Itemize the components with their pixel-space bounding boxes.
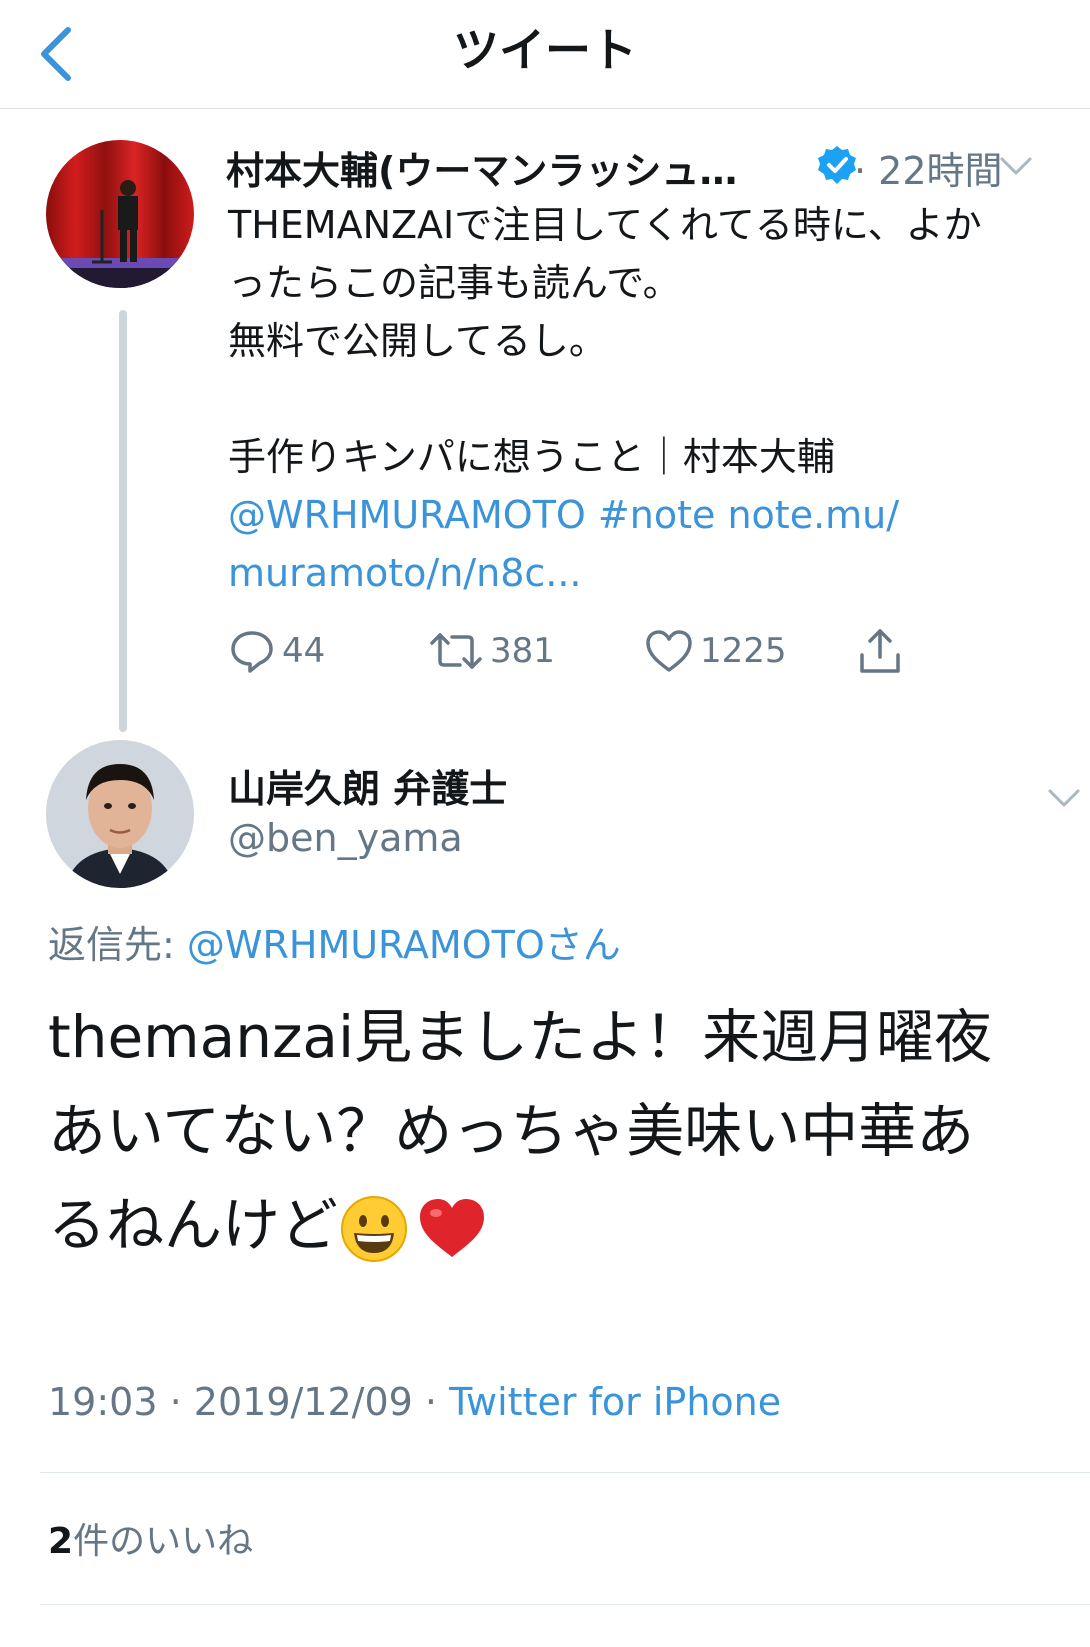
likes-count: 2 — [48, 1521, 74, 1562]
reply-text-line: themanzai見ましたよ！来週月曜夜 — [48, 1003, 993, 1071]
chevron-down-icon[interactable] — [996, 146, 1036, 186]
tweet-text-line: THEMANZAIで注目してくれてる時に、よか — [228, 203, 982, 247]
page-title: ツイート — [453, 23, 637, 77]
reply-text: themanzai見ましたよ！来週月曜夜 あいてない？めっちゃ美味い中華あ るね… — [48, 990, 1058, 1272]
retweet-button[interactable]: 381 — [428, 622, 555, 680]
author-name[interactable]: 村本大輔(ウーマンラッシュ… — [226, 140, 737, 195]
grinning-emoji-icon — [341, 1195, 408, 1262]
replying-to-link[interactable]: @WRHMURAMOTOさん — [187, 923, 621, 967]
tweet-text-line: 無料で公開してるし。 — [228, 319, 607, 363]
reply-menu-chevron[interactable] — [1044, 778, 1084, 818]
tweet-timestamp[interactable]: · 22時間 — [854, 140, 1003, 195]
verified-badge-icon — [816, 144, 858, 186]
tweet-actions: 44 381 1225 — [228, 622, 988, 680]
reply-author-handle[interactable]: @ben_yama — [228, 816, 463, 860]
share-icon — [860, 629, 900, 673]
avatar-yamagishi[interactable] — [46, 740, 194, 888]
url-link-continued[interactable]: muramoto/n/n8c... — [228, 544, 1078, 602]
thread-connector-line — [119, 310, 127, 732]
tweet-link-line: @WRHMURAMOTO #note note.mu/ — [228, 486, 1078, 544]
like-button[interactable]: 1225 — [644, 622, 787, 680]
reply-button[interactable]: 44 — [228, 622, 325, 680]
likes-label: 件のいいね — [73, 1521, 254, 1562]
share-button[interactable] — [856, 622, 904, 680]
reply-count: 44 — [282, 631, 326, 671]
reply-text-line: あいてない？めっちゃ美味い中華あ — [48, 1097, 975, 1165]
top-bar: ツイート — [0, 0, 1090, 109]
meta-separator: · — [424, 1380, 438, 1424]
heart-emoji-icon — [420, 1198, 485, 1257]
meta-separator: · — [169, 1380, 182, 1424]
reply-author-name[interactable]: 山岸久朗 弁護士 — [228, 758, 507, 813]
tweet-time: 19:03 — [48, 1380, 158, 1424]
tweet-text-line: 手作りキンパに想うこと｜村本大輔 — [228, 435, 835, 479]
like-icon — [646, 630, 692, 672]
replying-to-label: 返信先: — [48, 923, 175, 967]
url-link[interactable]: note.mu/ — [727, 493, 899, 537]
divider — [40, 1472, 1090, 1473]
tweet-text-line — [228, 370, 1078, 428]
avatar-muramoto[interactable] — [46, 140, 194, 288]
tweet-meta: 19:03 · 2019/12/09 · Twitter for iPhone — [48, 1380, 781, 1424]
tweet-text-line: ったらこの記事も読んで。 — [228, 261, 681, 305]
tweet-source-link[interactable]: Twitter for iPhone — [449, 1380, 781, 1424]
chevron-down-icon[interactable] — [1044, 778, 1084, 818]
tweet-date: 2019/12/09 — [193, 1380, 413, 1424]
reply-icon — [231, 631, 273, 673]
mention-link[interactable]: @WRHMURAMOTO — [228, 493, 586, 537]
retweet-count: 381 — [490, 631, 555, 671]
retweet-icon — [430, 633, 482, 669]
like-count: 1225 — [700, 631, 787, 671]
likes-summary[interactable]: 2件のいいね — [48, 1512, 253, 1564]
tweet-text: THEMANZAIで注目してくれてる時に、よか ったらこの記事も読んで。 無料で… — [228, 196, 1078, 602]
reply-text-line: るねんけど — [48, 1191, 339, 1259]
reply-text-line-last: るねんけど — [48, 1178, 1058, 1272]
tweet-menu-chevron[interactable] — [996, 146, 1036, 186]
divider — [40, 1604, 1090, 1605]
replying-to: 返信先: @WRHMURAMOTOさん — [48, 914, 621, 969]
hashtag-link[interactable]: #note — [598, 493, 715, 537]
